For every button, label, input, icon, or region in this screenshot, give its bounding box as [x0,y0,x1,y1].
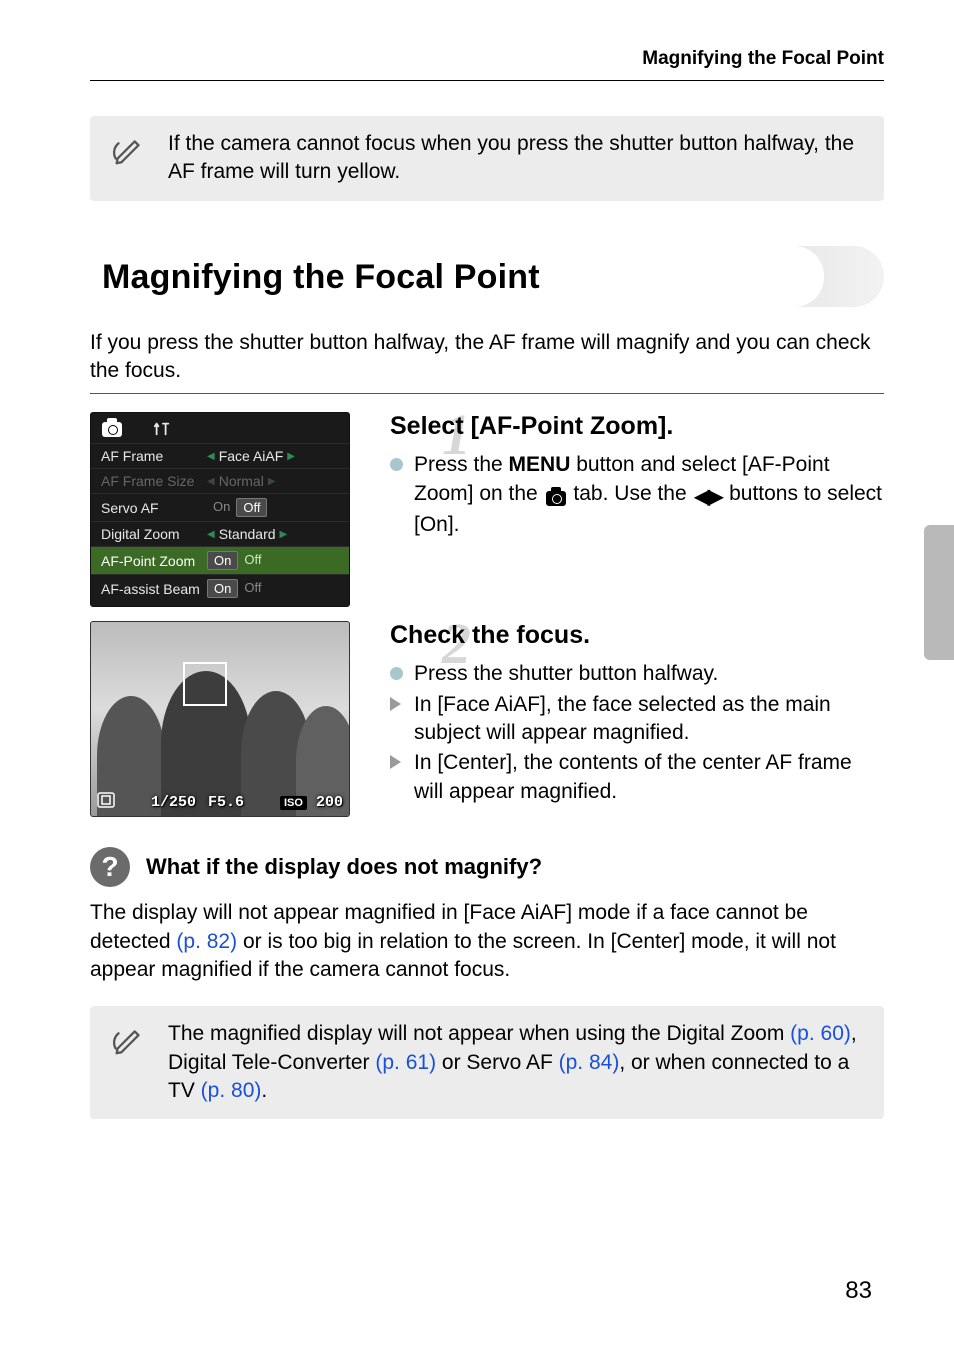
header-rule [90,80,884,81]
aperture-value: F5.6 [208,794,244,811]
pencil-icon [108,1020,150,1058]
menu-row-label: AF-Point Zoom [101,553,201,569]
page-ref-link[interactable]: (p. 80) [201,1079,262,1102]
section-heading-wrap: Magnifying the Focal Point [90,246,884,307]
info-note-top: If the camera cannot focus when you pres… [90,116,884,201]
camera-tab-inline-icon [546,483,566,511]
info-note-bottom-text: The magnified display will not appear wh… [168,1020,862,1105]
page-ref-link[interactable]: (p. 82) [176,930,237,953]
info-note-text: If the camera cannot focus when you pres… [168,130,862,187]
left-right-arrow-icon: ◀▶ [694,484,721,511]
menu-row-value: ◀ Normal ▶ [201,473,339,489]
menu-row-label: AF-assist Beam [101,581,201,597]
menu-row: Servo AFOnOff [91,493,349,521]
question-heading: What if the display does not magnify? [146,854,542,880]
review-icon [97,792,115,813]
camera-tab-icon [99,418,125,440]
result-arrow-icon [390,755,404,806]
menu-row: AF Frame Size◀ Normal ▶ [91,468,349,493]
af-frame-overlay [183,662,227,706]
intro-rule [90,393,884,394]
running-header: Magnifying the Focal Point [90,48,884,70]
shutter-speed-value: 1/250 [151,794,196,811]
menu-row-label: AF Frame [101,448,201,464]
menu-row-label: AF Frame Size [101,473,201,489]
intro-paragraph: If you press the shutter button halfway,… [90,329,884,386]
menu-row-value: ◀ Standard ▶ [201,526,339,542]
bullet-icon [390,667,404,688]
iso-value: 200 [316,794,343,811]
tools-tab-icon [149,418,175,440]
menu-tab-bar [91,413,349,443]
pencil-icon [108,130,150,168]
menu-row-label: Digital Zoom [101,526,201,542]
menu-row-label: Servo AF [101,500,201,516]
page-ref-link[interactable]: (p. 60) [790,1022,851,1045]
step2-result-2: In [Center], the contents of the center … [390,749,884,806]
question-mark-icon: ? [90,847,130,887]
menu-row-value: ◀ Face AiAF ▶ [201,448,339,464]
menu-row-value: OnOff [201,579,339,598]
menu-row: AF-Point ZoomOnOff [91,546,349,574]
menu-screenshot: AF Frame◀ Face AiAF ▶AF Frame Size◀ Norm… [90,412,350,607]
page-ref-link[interactable]: (p. 61) [375,1051,436,1074]
question-body: The display will not appear magnified in… [90,899,884,984]
step2-result-1: In [Face AiAF], the face selected as the… [390,691,884,748]
step2-title: Check the focus. [390,621,884,650]
result-arrow-icon [390,697,404,748]
menu-row: Digital Zoom◀ Standard ▶ [91,521,349,546]
page-ref-link[interactable]: (p. 84) [559,1051,620,1074]
iso-badge: ISO [280,796,307,810]
bullet-icon [390,458,404,539]
menu-row: AF Frame◀ Face AiAF ▶ [91,443,349,468]
step1-title: Select [AF-Point Zoom]. [390,412,884,441]
menu-row: AF-assist BeamOnOff [91,574,349,602]
menu-row-value: OnOff [201,498,339,517]
menu-row-value: OnOff [201,551,339,570]
info-note-bottom: The magnified display will not appear wh… [90,1006,884,1119]
section-heading: Magnifying the Focal Point [102,258,818,297]
page-number: 83 [845,1277,872,1305]
menu-word: MENU [509,453,571,476]
photo-preview-screenshot: 1/250 F5.6 ISO 200 [90,621,350,817]
